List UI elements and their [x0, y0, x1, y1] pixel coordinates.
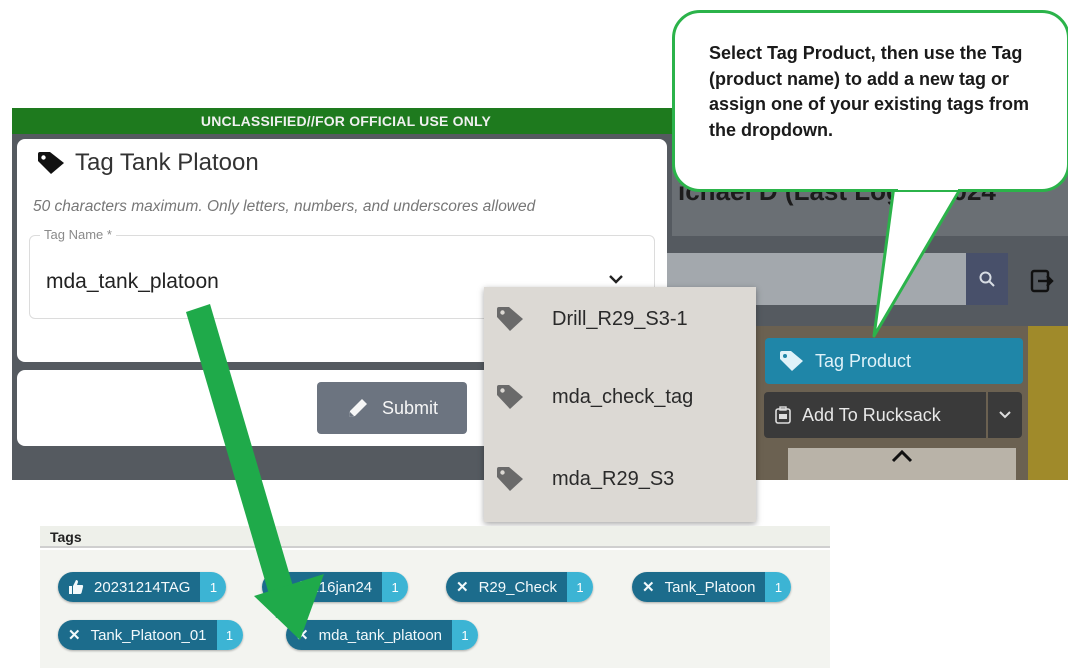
tag-name-value: mda_tank_platoon	[46, 270, 219, 293]
collapse-toggle[interactable]	[788, 448, 1016, 480]
tag-product-button[interactable]: Tag Product	[765, 338, 1023, 384]
close-icon[interactable]: ✕	[68, 626, 81, 644]
tag-chip-label: Tank_Platoon_01	[90, 626, 207, 644]
classification-banner: UNCLASSIFIED//FOR OFFICIAL USE ONLY	[12, 108, 680, 134]
tag-icon	[497, 307, 523, 331]
tag-chip[interactable]: ✕ Tank_Platoon 1	[632, 572, 792, 602]
submit-button[interactable]: Submit	[317, 382, 467, 434]
chevron-down-icon	[999, 411, 1011, 419]
chevron-down-icon[interactable]	[608, 268, 624, 289]
dropdown-option-label: mda_check_tag	[552, 385, 694, 408]
tag-chip[interactable]: ✕ R29_Check 1	[446, 572, 593, 602]
tags-header: Tags	[40, 526, 830, 548]
tag-chip-label: mda_tank_platoon	[318, 626, 443, 644]
add-to-rucksack-button[interactable]: Add To Rucksack	[764, 392, 986, 438]
tag-chip-label: dex16jan24	[294, 578, 373, 596]
dropdown-option[interactable]: mda_check_tag	[484, 367, 756, 427]
tag-icon	[780, 351, 803, 371]
dialog-title-text: Tag Tank Platoon	[75, 149, 259, 176]
tag-chip[interactable]: ✕ dex16jan24 1	[262, 572, 409, 602]
tags-area	[40, 550, 830, 668]
dropdown-option-label: Drill_R29_S3-1	[552, 307, 688, 330]
close-icon[interactable]: ✕	[642, 578, 655, 596]
classification-text: UNCLASSIFIED//FOR OFFICIAL USE ONLY	[200, 113, 492, 129]
dropdown-option-label: mda_R29_S3	[552, 467, 675, 490]
rucksack-icon	[775, 406, 791, 424]
close-icon[interactable]: ✕	[456, 578, 469, 596]
tag-chip-count: 1	[216, 620, 243, 650]
search-button[interactable]	[966, 253, 1008, 305]
tag-product-label: Tag Product	[815, 350, 912, 371]
tag-icon	[38, 152, 64, 174]
tag-chip-label: 20231214TAG	[94, 578, 191, 596]
pencil-icon	[348, 399, 367, 417]
logout-icon	[1030, 269, 1054, 293]
instruction-callout: Select Tag Product, then use the Tag (pr…	[672, 10, 1068, 192]
rucksack-label: Add To Rucksack	[802, 404, 941, 425]
dropdown-option[interactable]: mda_R29_S3	[484, 449, 756, 509]
close-icon[interactable]: ✕	[296, 626, 309, 644]
close-icon[interactable]: ✕	[272, 578, 285, 596]
rucksack-dropdown-toggle[interactable]	[988, 392, 1022, 438]
dialog-hint: 50 characters maximum. Only letters, num…	[33, 198, 536, 215]
chevron-up-icon	[891, 449, 913, 463]
thumbs-up-icon	[69, 580, 84, 594]
tag-chip[interactable]: ✕ mda_tank_platoon 1	[286, 620, 479, 650]
dropdown-option[interactable]: Drill_R29_S3-1	[484, 289, 756, 349]
tag-name-label: Tag Name *	[40, 227, 116, 242]
dialog-title: Tag Tank Platoon	[37, 149, 259, 177]
submit-label: Submit	[381, 397, 439, 418]
tag-chip[interactable]: ✕ Tank_Platoon_01 1	[58, 620, 243, 650]
tag-icon	[497, 385, 523, 409]
logout-button[interactable]	[1024, 263, 1060, 299]
callout-text: Select Tag Product, then use the Tag (pr…	[709, 43, 1030, 140]
tag-icon	[497, 467, 523, 491]
search-icon	[979, 271, 995, 287]
panel-edge	[1028, 326, 1068, 480]
tag-chip-label: Tank_Platoon	[664, 578, 756, 596]
tag-chip-label: R29_Check	[478, 578, 557, 596]
tag-dropdown: Drill_R29_S3-1 mda_check_tag mda_R29_S3	[484, 287, 756, 522]
tag-chip[interactable]: 20231214TAG 1	[58, 572, 227, 602]
